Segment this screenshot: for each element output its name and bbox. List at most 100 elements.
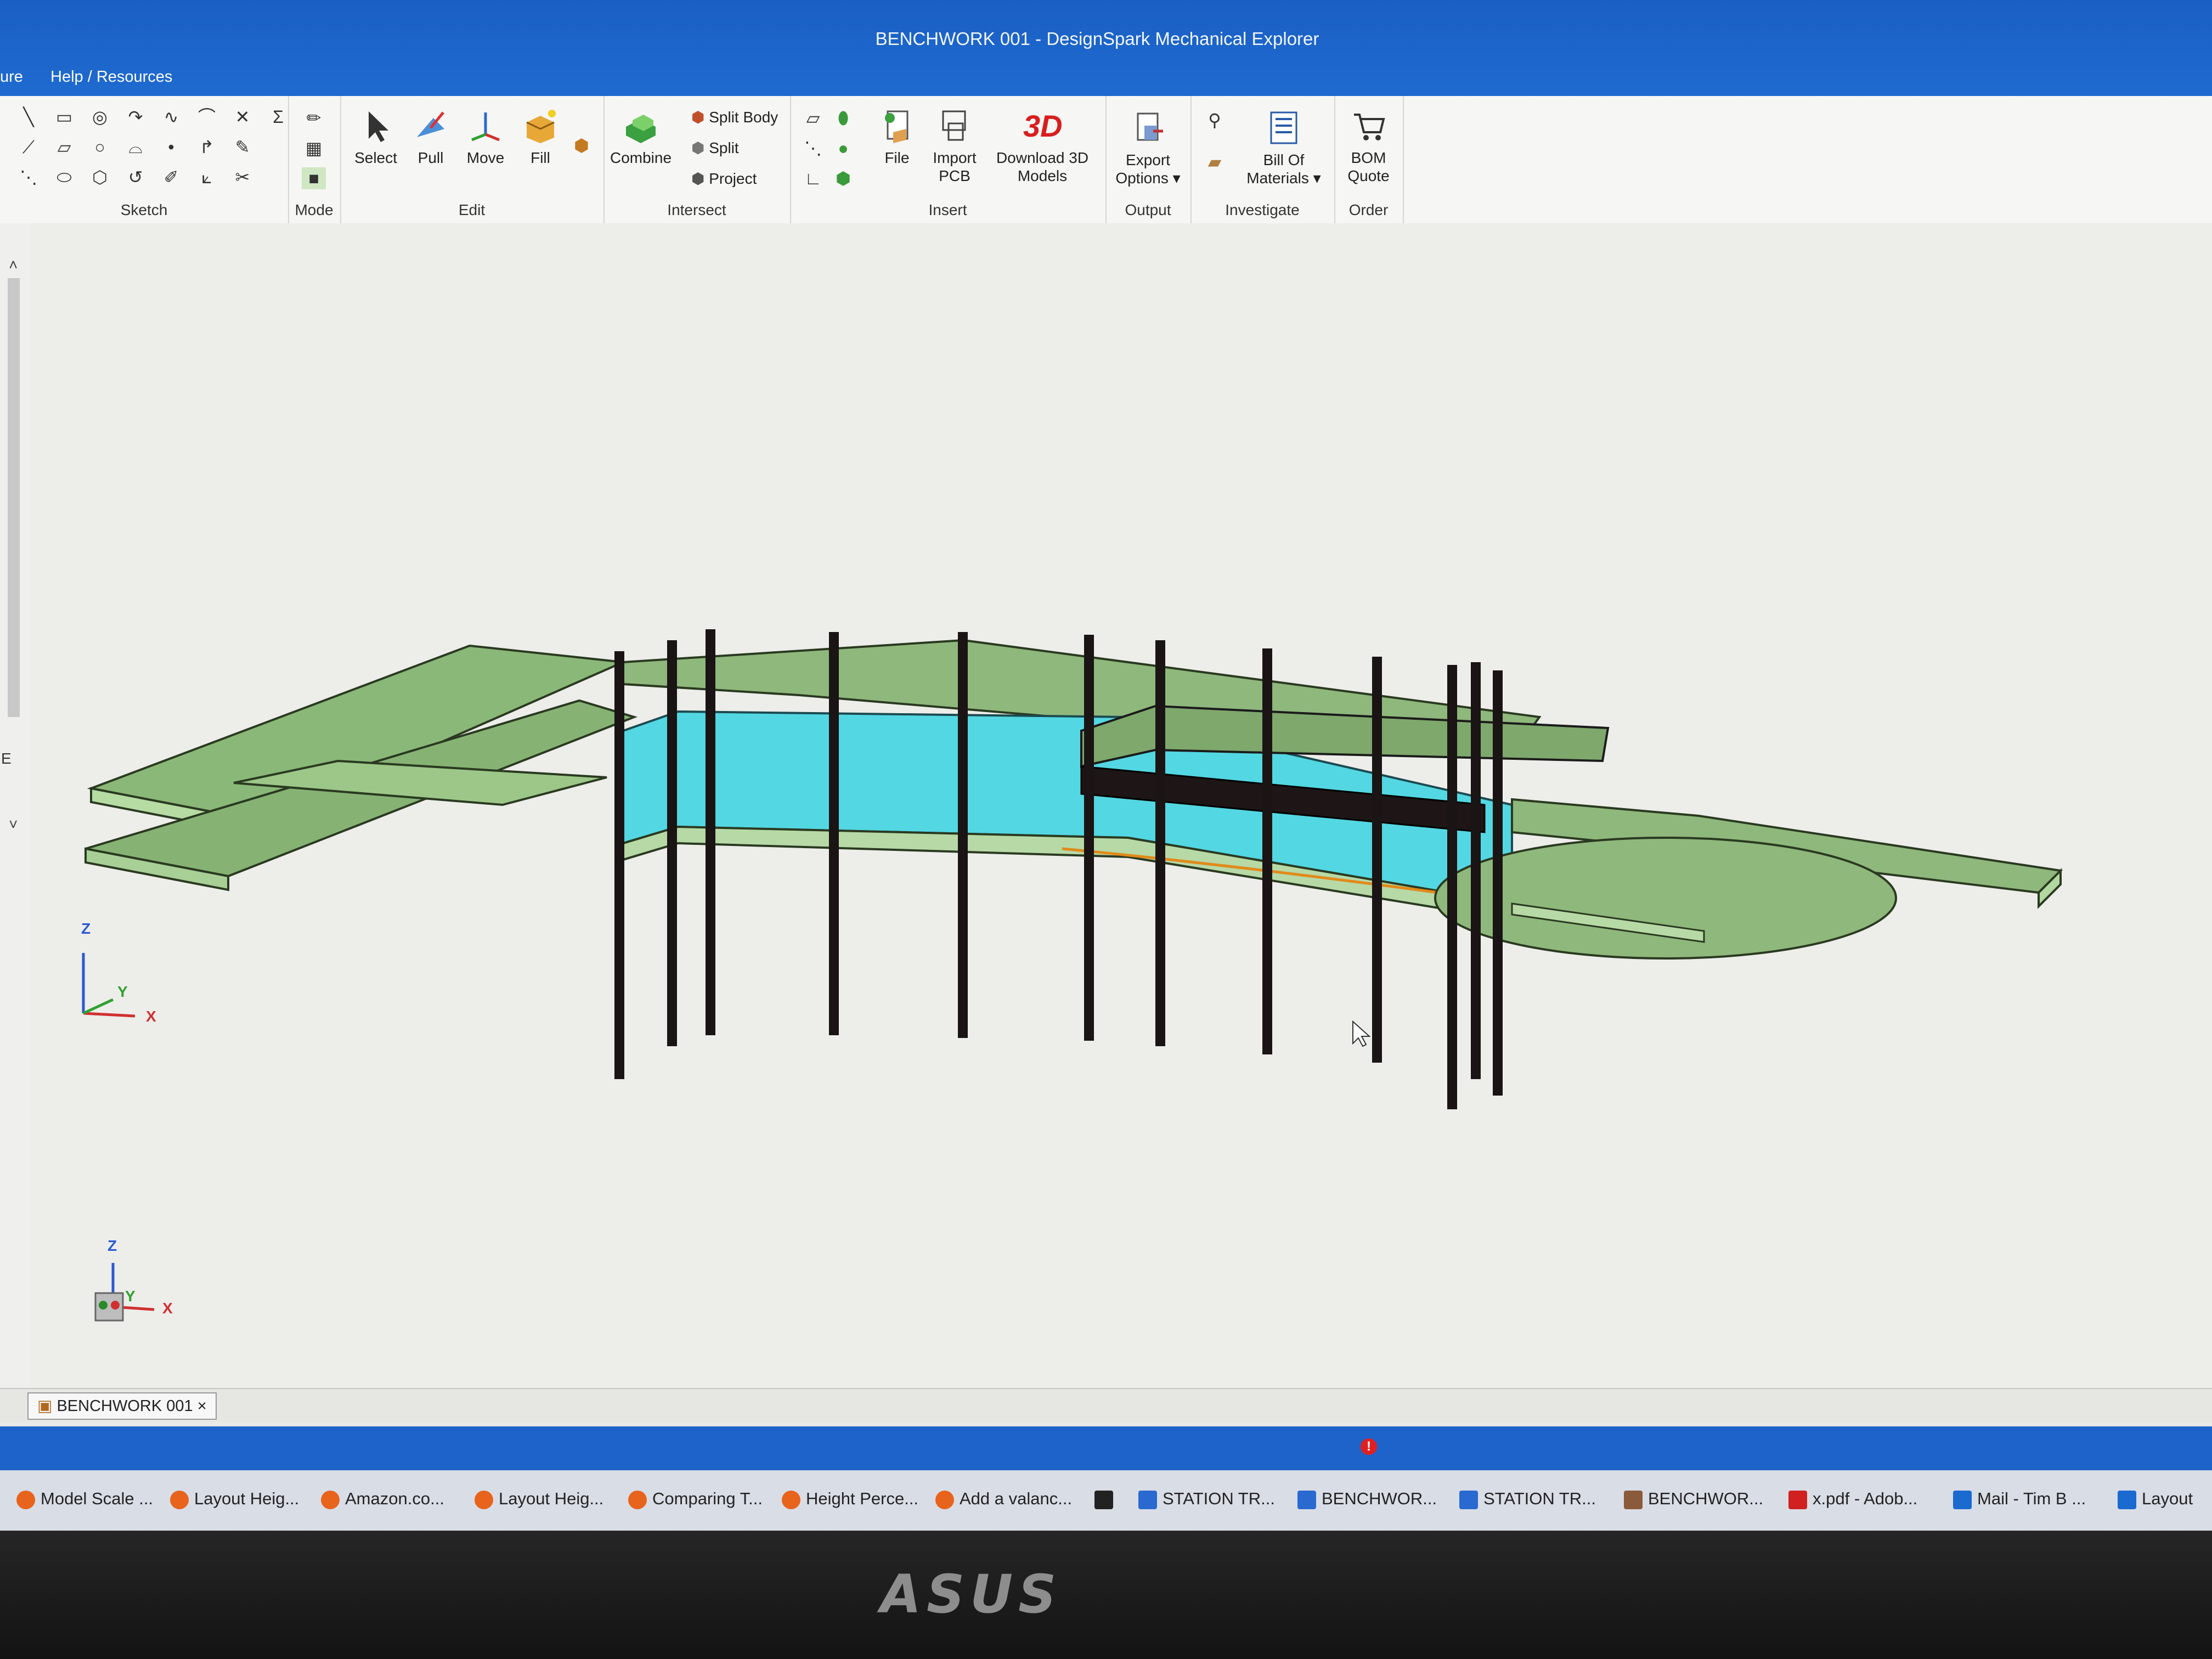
import-pcb-label-2: PCB bbox=[939, 167, 970, 184]
y-axis bbox=[82, 998, 114, 1015]
leg bbox=[1447, 665, 1457, 1109]
taskbar-item[interactable]: BENCHWOR... bbox=[1624, 1482, 1763, 1515]
component-icon[interactable]: ⬢ bbox=[831, 167, 855, 189]
x-axis bbox=[83, 1012, 136, 1018]
taskbar-item[interactable]: Comparing T... bbox=[628, 1482, 763, 1515]
cube-y-dot bbox=[99, 1301, 108, 1310]
taskbar-item[interactable]: Layout bbox=[2118, 1482, 2193, 1515]
taskbar-item[interactable]: Height Perce... bbox=[782, 1482, 918, 1515]
scroll-down-icon[interactable]: ˅ bbox=[9, 816, 18, 833]
scroll-up-icon[interactable]: ˄ bbox=[9, 256, 18, 274]
cube-x-dot bbox=[111, 1301, 120, 1310]
menu-item-help-resources[interactable]: Help / Resources bbox=[50, 68, 172, 86]
close-tab-icon[interactable]: × bbox=[198, 1397, 207, 1415]
title-bar: BENCHWORK 001 - DesignSpark Mechanical E… bbox=[0, 0, 2212, 99]
document-tab-benchwork[interactable]: ▣ BENCHWORK 001 × bbox=[27, 1392, 217, 1420]
plane-icon[interactable]: ▱ bbox=[801, 107, 825, 129]
split-button[interactable]: ⬢ Split bbox=[691, 139, 739, 157]
taskbar-item[interactable]: x.pdf - Adob... bbox=[1788, 1482, 1917, 1515]
construction-line-icon[interactable]: ⋱ bbox=[16, 166, 41, 188]
bill-of-materials-button[interactable]: Bill Of Materials ▾ bbox=[1240, 109, 1328, 187]
split-body-button[interactable]: ⬢ Split Body bbox=[691, 108, 778, 126]
taskbar-item[interactable]: Layout Heig... bbox=[475, 1482, 603, 1515]
panel-scrollbar[interactable] bbox=[8, 278, 20, 717]
menu-item-structure[interactable]: ure bbox=[0, 68, 23, 86]
sphere-icon[interactable]: ● bbox=[831, 137, 855, 159]
taskbar-item[interactable]: BENCHWOR... bbox=[1297, 1482, 1437, 1515]
taskbar-item[interactable]: Add a valanc... bbox=[935, 1482, 1072, 1515]
3d-mode-icon[interactable]: ■ bbox=[302, 167, 326, 189]
corner-arc-icon[interactable]: ⌒ bbox=[195, 106, 219, 128]
order-group: BOM Quote Order bbox=[1334, 96, 1404, 223]
bom-label-1: Bill Of bbox=[1263, 151, 1305, 168]
fill-button[interactable]: Fill bbox=[516, 107, 565, 167]
circle-3pt-icon[interactable]: ○ bbox=[88, 136, 112, 158]
taskbar-item[interactable]: Layout Heig... bbox=[170, 1482, 299, 1515]
circle-tool-icon[interactable]: ◎ bbox=[88, 106, 112, 128]
fillet-tool-icon[interactable]: ⟀ bbox=[195, 166, 219, 188]
group-label-investigate: Investigate bbox=[1225, 201, 1300, 218]
spline-tool-icon[interactable]: ∿ bbox=[159, 106, 183, 128]
split-curve-icon[interactable]: ✂ bbox=[230, 166, 255, 188]
file-insert-icon bbox=[885, 110, 909, 143]
cylinder-icon[interactable]: ⬮ bbox=[831, 107, 855, 129]
point-tool-icon[interactable]: • bbox=[159, 136, 183, 158]
shell-tool-icon[interactable]: ⬢ bbox=[569, 134, 594, 156]
pdf-icon bbox=[1788, 1490, 1807, 1509]
move-button[interactable]: Move bbox=[461, 107, 510, 167]
file-insert-button[interactable]: File bbox=[872, 107, 922, 167]
error-alert-icon[interactable]: ! bbox=[1361, 1438, 1377, 1455]
polygon-circle-icon[interactable]: ⬡ bbox=[88, 166, 112, 188]
ellipse-tool-icon[interactable]: ⬭ bbox=[52, 166, 76, 188]
taskbar-app-icon[interactable] bbox=[1094, 1482, 1119, 1515]
origin-icon[interactable]: ∟ bbox=[801, 167, 825, 189]
taskbar-item[interactable]: STATION TR... bbox=[1138, 1482, 1275, 1515]
document-tab-label: BENCHWORK 001 bbox=[57, 1397, 193, 1415]
download-3d-icon: 3D bbox=[1023, 109, 1063, 143]
section-mode-icon[interactable]: ▦ bbox=[302, 137, 326, 159]
sweep-arc-icon[interactable]: ↺ bbox=[123, 166, 148, 188]
firefox-icon bbox=[935, 1490, 954, 1509]
arc-tool-icon[interactable]: ↷ bbox=[123, 106, 148, 128]
axis-icon[interactable]: ⋱ bbox=[801, 137, 825, 159]
line-tool-icon[interactable]: ╲ bbox=[16, 106, 41, 128]
project-button[interactable]: ⬢ Project bbox=[691, 170, 757, 188]
mode-group: ✏ ▦ ■ Mode bbox=[288, 96, 341, 223]
turntable-deck[interactable] bbox=[1434, 837, 1897, 960]
monitor-brand-logo: ASUS bbox=[880, 1564, 1062, 1625]
cad-app-icon bbox=[1297, 1490, 1316, 1509]
measure-icon[interactable]: ⚲ bbox=[1203, 109, 1227, 131]
3d-viewport[interactable]: Z Y X Z Y X bbox=[31, 223, 2212, 1403]
bend-tool-icon[interactable]: ✐ bbox=[159, 166, 183, 188]
arc-3pt-icon[interactable]: ⌓ bbox=[123, 136, 148, 158]
group-label-sketch: Sketch bbox=[120, 201, 168, 218]
axis-label-z: Z bbox=[81, 920, 91, 937]
sum-tool-icon[interactable]: Σ bbox=[266, 106, 290, 128]
select-button[interactable]: Select bbox=[351, 107, 400, 167]
polygon-tool-icon[interactable]: ▱ bbox=[52, 136, 76, 158]
offset-tool-icon[interactable]: ↱ bbox=[195, 136, 219, 158]
taskbar-item[interactable]: STATION TR... bbox=[1459, 1482, 1596, 1515]
pull-button[interactable]: Pull bbox=[406, 107, 455, 167]
taskbar-item[interactable]: Model Scale ... bbox=[16, 1482, 153, 1515]
tangent-line-icon[interactable]: ⟋ bbox=[16, 136, 41, 158]
export-options-button[interactable]: Export Options ▾ bbox=[1111, 109, 1185, 187]
insert-group: ▱ ⬮ ⋱ ● ∟ ⬢ File Import PCB 3D Download … bbox=[790, 96, 1107, 223]
group-label-edit: Edit bbox=[458, 201, 486, 218]
project-curve-icon[interactable]: ✎ bbox=[230, 136, 255, 158]
taskbar-item[interactable]: Amazon.co... bbox=[321, 1482, 444, 1515]
outlook-icon bbox=[2118, 1490, 2136, 1509]
benchwork-model[interactable] bbox=[31, 223, 2212, 1403]
trim-tool-icon[interactable]: ✕ bbox=[230, 106, 255, 128]
sketch-mode-icon[interactable]: ✏ bbox=[302, 107, 326, 129]
import-pcb-button[interactable]: Import PCB bbox=[927, 107, 982, 185]
bom-quote-button[interactable]: BOM Quote bbox=[1340, 107, 1397, 185]
taskbar-item-label: Amazon.co... bbox=[345, 1489, 444, 1508]
sketch-tools: ╲ ▭ ◎ ↷ ∿ ⌒ ✕ Σ ⟋ ▱ ○ ⌓ • ↱ ✎ ⋱ ⬭ ⬡ ↺ ✐ bbox=[16, 106, 284, 188]
rectangle-tool-icon[interactable]: ▭ bbox=[52, 106, 76, 128]
download-3d-models-button[interactable]: 3D Download 3D Models bbox=[988, 107, 1097, 185]
taskbar-item-label: Add a valanc... bbox=[960, 1489, 1073, 1508]
taskbar-item[interactable]: Mail - Tim B ... bbox=[1953, 1482, 2086, 1515]
mass-icon[interactable]: ▰ bbox=[1203, 151, 1227, 173]
combine-button[interactable]: Combine bbox=[608, 107, 674, 167]
